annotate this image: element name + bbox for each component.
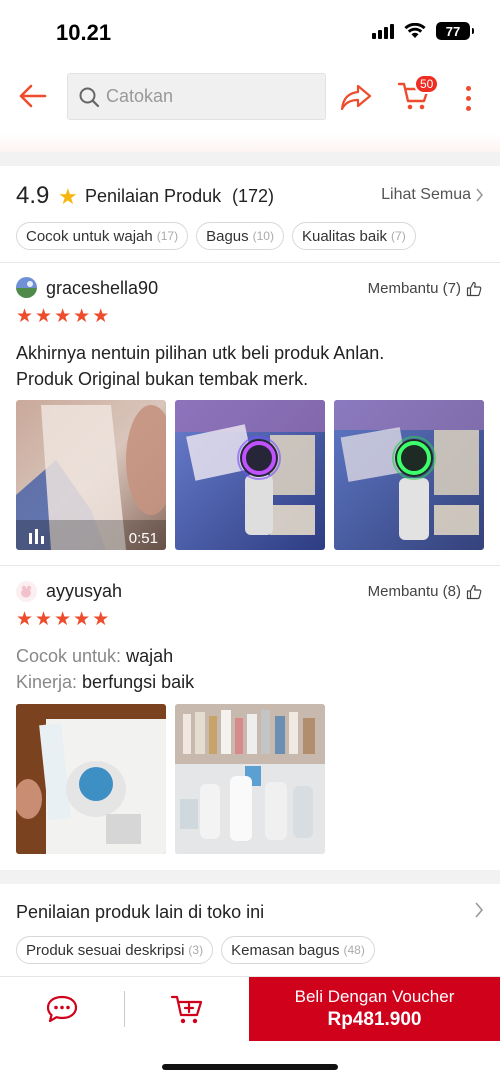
video-duration: 0:51 <box>128 530 158 547</box>
review-photo[interactable] <box>334 400 484 550</box>
add-to-cart-button[interactable] <box>125 977 249 1041</box>
status-icons: 77 <box>372 22 474 40</box>
chip-label: Cocok untuk wajah <box>26 227 153 245</box>
review-video-thumbnail[interactable]: 0:51 <box>16 400 166 550</box>
chip-label: Kualitas baik <box>301 227 388 245</box>
attribute-key: Kinerja: <box>16 672 78 692</box>
home-indicator <box>162 1064 338 1070</box>
star-rating: ★ ★ ★ ★ ★ <box>16 305 109 328</box>
reviewer-username[interactable]: graceshella90 <box>46 278 158 299</box>
helpful-button[interactable]: Membantu (8) <box>368 583 482 600</box>
star-icon: ★ <box>92 609 110 630</box>
review-photo[interactable] <box>175 400 325 550</box>
chat-icon <box>46 995 78 1023</box>
chip-count: (7) <box>391 229 406 243</box>
reviewer-username[interactable]: ayyusyah <box>46 581 122 602</box>
buy-with-voucher-button[interactable]: Beli Dengan Voucher Rp481.900 <box>249 977 500 1041</box>
rating-score: 4.9 <box>16 182 50 209</box>
chevron-right-icon <box>475 902 484 918</box>
search-icon <box>79 87 100 107</box>
thumbs-up-icon <box>466 281 482 296</box>
avatar[interactable] <box>16 581 37 602</box>
section-divider <box>0 870 500 884</box>
attribute-value: wajah <box>126 646 174 666</box>
filter-chip[interactable]: Produk sesuai deskripsi (3) <box>16 936 214 964</box>
review-text-line: Akhirnya nentuin pilihan utk beli produk… <box>16 343 385 363</box>
share-icon <box>340 84 372 111</box>
wifi-icon <box>404 23 426 38</box>
star-icon: ★ <box>54 609 72 630</box>
other-reviews-chevron[interactable] <box>474 902 484 923</box>
helpful-label: Membantu (8) <box>367 583 461 600</box>
filter-chip[interactable]: Kemasan bagus (48) <box>221 936 375 964</box>
chip-label: Kemasan bagus <box>231 941 340 959</box>
video-icon <box>29 529 44 544</box>
chip-count: (48) <box>343 943 365 957</box>
review-item: graceshella90 Membantu (7) ★ ★ ★ ★ ★ Akhirny… <box>0 263 500 565</box>
star-icon: ★ <box>16 609 34 630</box>
helpful-button[interactable]: Membantu (7) <box>368 280 482 297</box>
attribute-key: Cocok untuk: <box>16 646 122 666</box>
status-time: 10.21 <box>56 20 112 45</box>
rating-count: (172) <box>232 186 275 206</box>
chip-count: (3) <box>188 943 204 957</box>
filter-chip[interactable]: Bagus (10) <box>196 222 284 250</box>
review-text-line: Produk Original bukan tembak merk. <box>16 369 309 389</box>
battery-indicator: 77 <box>436 22 474 40</box>
star-icon: ★ <box>35 609 53 630</box>
chip-label: Bagus <box>206 227 249 245</box>
star-icon: ★ <box>35 306 53 327</box>
avatar[interactable] <box>16 277 37 298</box>
chip-count: (10) <box>252 229 274 243</box>
filter-chip[interactable]: Cocok untuk wajah (17) <box>16 222 189 250</box>
star-rating: ★ ★ ★ ★ ★ <box>16 608 109 631</box>
bottom-action-bar: Beli Dengan Voucher Rp481.900 <box>0 976 500 1041</box>
chevron-right-icon <box>476 188 484 202</box>
review-text: Akhirnya nentuin pilihan utk beli produk… <box>16 340 384 392</box>
share-button[interactable] <box>336 78 376 116</box>
search-bar[interactable] <box>67 73 326 120</box>
review-item: ayyusyah Membantu (8) ★ ★ ★ ★ ★ Cocok untuk:… <box>0 566 500 870</box>
star-icon: ★ <box>73 306 91 327</box>
back-button[interactable] <box>12 76 52 116</box>
cellular-signal-icon <box>372 23 394 39</box>
back-arrow-icon <box>19 84 47 108</box>
cart-count-badge: 50 <box>414 74 440 94</box>
see-all-link[interactable]: Lihat Semua <box>381 186 484 204</box>
rating-filter-chips: Cocok untuk wajah (17) Bagus (10) Kualitas… <box>16 222 416 250</box>
search-input[interactable] <box>106 86 306 107</box>
rating-title: Penilaian Produk <box>85 186 222 206</box>
chat-button[interactable] <box>0 977 124 1041</box>
review-attribute: Kinerja: berfungsi baik <box>16 672 194 693</box>
buy-price: Rp481.900 <box>327 1009 422 1030</box>
top-navigation-bar: 50 <box>0 62 500 132</box>
star-icon: ★ <box>54 306 72 327</box>
review-photo[interactable] <box>16 704 166 854</box>
add-to-cart-icon <box>170 995 203 1024</box>
star-icon: ★ <box>73 609 91 630</box>
previous-section-edge <box>0 132 500 152</box>
chip-label: Produk sesuai deskripsi <box>26 941 185 959</box>
more-options-button[interactable] <box>456 78 480 118</box>
helpful-label: Membantu (7) <box>367 280 461 297</box>
thumbs-up-icon <box>466 584 482 599</box>
star-icon: ★ <box>58 184 78 209</box>
more-dots-icon <box>465 85 471 91</box>
attribute-value: berfungsi baik <box>82 672 195 692</box>
rating-summary: 4.9 ★ Penilaian Produk (172) Lihat Semua… <box>0 166 500 262</box>
buy-label: Beli Dengan Voucher <box>294 987 455 1006</box>
other-reviews-chips: Produk sesuai deskripsi (3) Kemasan bagus… <box>16 936 375 964</box>
star-icon: ★ <box>16 306 34 327</box>
filter-chip[interactable]: Kualitas baik (7) <box>291 222 416 250</box>
review-attribute: Cocok untuk: wajah <box>16 646 173 667</box>
other-reviews-title[interactable]: Penilaian produk lain di toko ini <box>16 902 264 923</box>
section-divider <box>0 152 500 166</box>
status-bar: 10.21 77 <box>0 0 500 62</box>
chip-count: (17) <box>156 229 179 243</box>
star-icon: ★ <box>92 306 110 327</box>
review-photo[interactable] <box>175 704 325 854</box>
see-all-label: Lihat Semua <box>381 186 471 203</box>
